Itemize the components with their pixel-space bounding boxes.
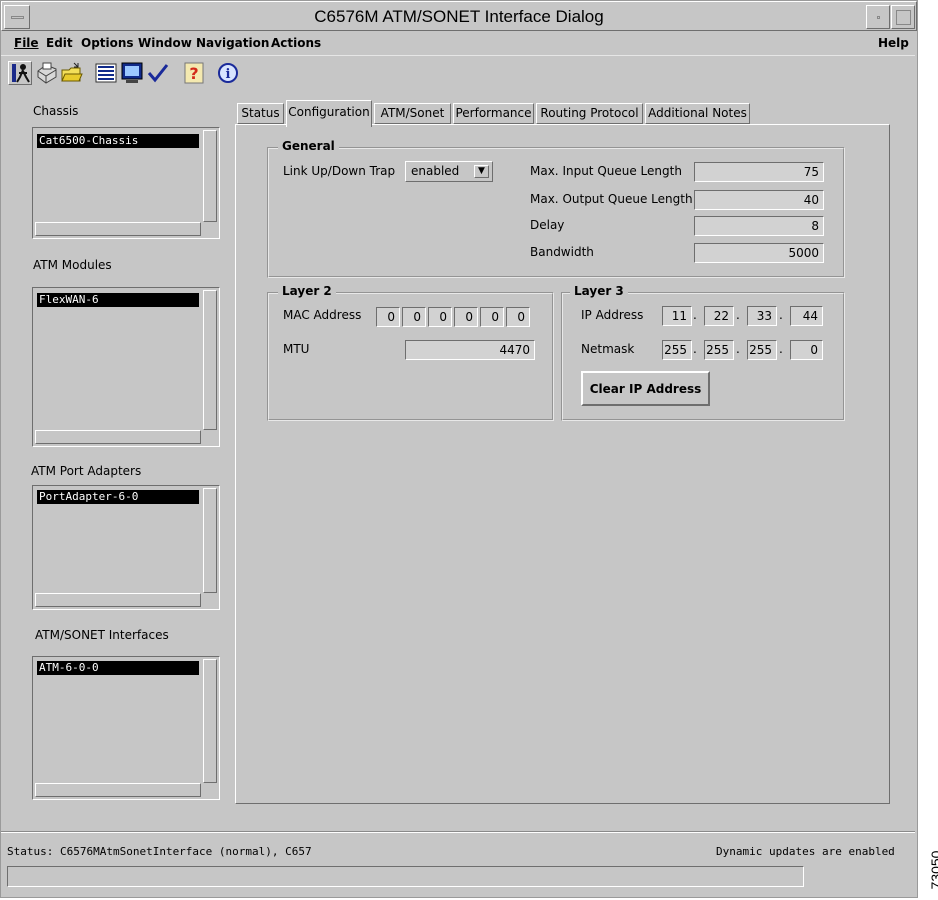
atm-port-adapters-list[interactable]: PortAdapter-6-0: [32, 485, 220, 610]
status-separator: [1, 831, 915, 833]
horizontal-scrollbar[interactable]: [35, 430, 201, 444]
atm-sonet-interfaces-list[interactable]: ATM-6-0-0: [32, 656, 220, 800]
vertical-scrollbar[interactable]: [203, 290, 217, 430]
netmask-octet-1[interactable]: 255: [662, 340, 692, 360]
tab-configuration[interactable]: Configuration: [286, 100, 372, 127]
netmask-octet-4[interactable]: 0: [790, 340, 823, 360]
mtu-field[interactable]: 4470: [405, 340, 535, 360]
atm-modules-list[interactable]: FlexWAN-6: [32, 287, 220, 447]
ip-dot-separator: .: [693, 308, 697, 322]
info-icon[interactable]: i: [216, 61, 240, 85]
delay-label: Delay: [530, 218, 565, 232]
list-item[interactable]: Cat6500-Chassis: [37, 134, 199, 148]
mac-octet-3[interactable]: 0: [428, 307, 452, 327]
netmask-octet-2[interactable]: 255: [704, 340, 734, 360]
menu-edit[interactable]: Edit: [46, 36, 73, 50]
svg-text:?: ?: [189, 64, 198, 83]
atm-modules-label: ATM Modules: [33, 258, 112, 272]
netmask-dot-separator: .: [693, 342, 697, 356]
open-folder-icon[interactable]: [60, 61, 84, 85]
link-trap-value: enabled: [411, 164, 460, 178]
vertical-scrollbar[interactable]: [203, 130, 217, 222]
vertical-scrollbar[interactable]: [203, 488, 217, 593]
vertical-scrollbar[interactable]: [203, 659, 217, 783]
ip-dot-separator: .: [736, 308, 740, 322]
tab-routing-protocol[interactable]: Routing Protocol: [536, 103, 643, 124]
toolbar: ? i: [1, 58, 915, 88]
ip-octet-4[interactable]: 44: [790, 306, 823, 326]
max-output-queue-label: Max. Output Queue Length: [530, 192, 693, 206]
dynamic-updates-text: Dynamic updates are enabled: [716, 845, 895, 858]
list-item[interactable]: ATM-6-0-0: [37, 661, 199, 675]
netmask-dot-separator: .: [779, 342, 783, 356]
horizontal-scrollbar[interactable]: [35, 593, 201, 607]
mac-octet-5[interactable]: 0: [480, 307, 504, 327]
ip-octet-2[interactable]: 22: [704, 306, 734, 326]
max-output-queue-field[interactable]: 40: [694, 190, 824, 210]
menu-navigation[interactable]: Navigation: [196, 36, 269, 50]
list-icon[interactable]: [94, 61, 118, 85]
tab-atm-sonet[interactable]: ATM/Sonet: [374, 103, 451, 124]
ip-dot-separator: .: [779, 308, 783, 322]
menu-options[interactable]: Options: [81, 36, 134, 50]
horizontal-scrollbar[interactable]: [35, 783, 201, 797]
layer3-title: Layer 3: [570, 284, 628, 298]
delay-field[interactable]: 8: [694, 216, 824, 236]
netmask-octet-3[interactable]: 255: [747, 340, 777, 360]
minimize-icon: [877, 16, 880, 19]
ip-octet-1[interactable]: 11: [662, 306, 692, 326]
title-bar[interactable]: C6576M ATM/SONET Interface Dialog: [1, 1, 917, 31]
minimize-button[interactable]: [866, 5, 890, 29]
menu-window[interactable]: Window: [138, 36, 192, 50]
clear-ip-address-button[interactable]: Clear IP Address: [581, 371, 710, 406]
print-icon[interactable]: [34, 61, 58, 85]
tab-status[interactable]: Status: [237, 103, 284, 124]
window-title: C6576M ATM/SONET Interface Dialog: [314, 7, 604, 26]
mac-octet-2[interactable]: 0: [402, 307, 426, 327]
ip-address-label: IP Address: [581, 308, 644, 322]
ip-octet-3[interactable]: 33: [747, 306, 777, 326]
menu-bar: File Edit Options Window Navigation Acti…: [1, 32, 915, 56]
maximize-icon: [896, 10, 911, 25]
tab-performance[interactable]: Performance: [453, 103, 534, 124]
netmask-dot-separator: .: [736, 342, 740, 356]
bandwidth-field[interactable]: 5000: [694, 243, 824, 263]
chassis-list[interactable]: Cat6500-Chassis: [32, 127, 220, 239]
mtu-label: MTU: [283, 342, 310, 356]
help-question-icon[interactable]: ?: [182, 61, 206, 85]
general-title: General: [278, 139, 339, 153]
chassis-label: Chassis: [33, 104, 79, 118]
menu-file[interactable]: File: [14, 36, 39, 50]
max-input-queue-field[interactable]: 75: [694, 162, 824, 182]
list-item[interactable]: PortAdapter-6-0: [37, 490, 199, 504]
link-trap-select[interactable]: enabled ▼: [405, 161, 493, 182]
chevron-down-icon: ▼: [474, 165, 489, 178]
monitor-icon[interactable]: [120, 61, 144, 85]
list-item[interactable]: FlexWAN-6: [37, 293, 199, 307]
layer2-title: Layer 2: [278, 284, 336, 298]
tab-additional-notes[interactable]: Additional Notes: [645, 103, 750, 124]
atm-port-adapters-label: ATM Port Adapters: [31, 464, 142, 478]
mac-octet-1[interactable]: 0: [376, 307, 400, 327]
status-text: Status: C6576MAtmSonetInterface (normal)…: [7, 845, 312, 858]
svg-text:i: i: [226, 67, 231, 82]
horizontal-scrollbar[interactable]: [35, 222, 201, 236]
menu-help[interactable]: Help: [878, 36, 909, 50]
mac-octet-4[interactable]: 0: [454, 307, 478, 327]
link-trap-label: Link Up/Down Trap: [283, 164, 396, 178]
netmask-label: Netmask: [581, 342, 635, 356]
bandwidth-label: Bandwidth: [530, 245, 594, 259]
figure-number: 73050: [928, 842, 938, 898]
progress-bar: [7, 866, 804, 887]
max-input-queue-label: Max. Input Queue Length: [530, 164, 682, 178]
mac-address-label: MAC Address: [283, 308, 362, 322]
maximize-button[interactable]: [891, 5, 915, 29]
run-icon[interactable]: [8, 61, 32, 85]
checkmark-icon[interactable]: [146, 61, 170, 85]
mac-octet-6[interactable]: 0: [506, 307, 530, 327]
atm-sonet-interfaces-label: ATM/SONET Interfaces: [35, 628, 169, 642]
menu-actions[interactable]: Actions: [271, 36, 321, 50]
